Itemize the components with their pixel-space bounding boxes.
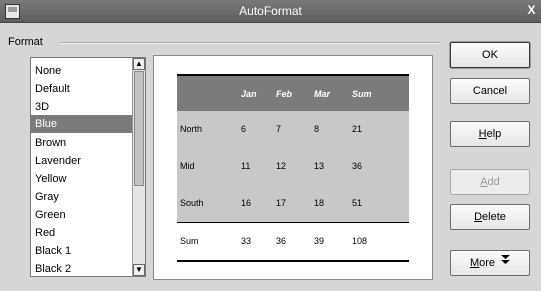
add-mnemonic: A [480, 176, 488, 188]
table-header-row: Jan Feb Mar Sum [177, 74, 409, 113]
preview-panel: Jan Feb Mar Sum North 6 7 8 21 Mid 11 12… [153, 55, 433, 280]
list-item[interactable]: Black 2 [31, 260, 135, 276]
scroll-up-icon[interactable]: ▲ [133, 58, 145, 70]
window-title: AutoFormat [239, 4, 302, 18]
row-label: Sum [180, 236, 199, 246]
table-cell: 36 [352, 161, 363, 171]
list-item[interactable]: Black 1 [31, 242, 135, 260]
row-label: Mid [180, 161, 195, 171]
list-item[interactable]: Default [31, 80, 135, 98]
header-cell: Feb [276, 89, 293, 99]
row-label: North [180, 124, 203, 134]
row-label: South [180, 198, 204, 208]
delete-label: elete [482, 211, 506, 223]
table-cell: 21 [352, 124, 363, 134]
list-item[interactable]: Red [31, 224, 135, 242]
scroll-thumb[interactable] [134, 71, 144, 186]
group-separator [60, 42, 440, 44]
help-button[interactable]: Help [450, 121, 530, 147]
close-button[interactable]: X [524, 3, 539, 18]
list-item[interactable]: Green [31, 206, 135, 224]
table-cell: 51 [352, 198, 363, 208]
add-button: Add [450, 169, 530, 195]
table-cell: 7 [276, 124, 282, 134]
table-cell: 6 [241, 124, 247, 134]
table-row: Mid 11 12 13 36 [177, 148, 409, 185]
ok-button[interactable]: OK [450, 42, 530, 68]
table-sum-row: Sum 33 36 39 108 [177, 223, 409, 260]
list-item[interactable]: Lavender [31, 152, 135, 170]
list-item-selected[interactable]: Blue [31, 115, 135, 133]
format-group-label: Format [8, 36, 43, 48]
double-chevron-down-icon [501, 251, 511, 275]
table-cell: 11 [241, 161, 251, 171]
header-cell: Sum [352, 89, 372, 99]
list-item[interactable]: Brown [31, 134, 135, 152]
cancel-button[interactable]: Cancel [450, 78, 530, 104]
table-cell: 36 [276, 236, 287, 246]
delete-mnemonic: D [474, 211, 483, 223]
list-item[interactable]: Gray [31, 188, 135, 206]
delete-button[interactable]: Delete [450, 204, 530, 230]
list-item[interactable]: 3D [31, 98, 135, 116]
more-label: ore [479, 257, 496, 269]
table-cell: 8 [314, 124, 320, 134]
help-mnemonic: H [478, 128, 487, 140]
table-cell: 33 [241, 236, 252, 246]
table-bottom-border [177, 260, 409, 262]
table-row: North 6 7 8 21 [177, 111, 409, 148]
more-mnemonic: M [469, 257, 480, 269]
list-item[interactable]: None [31, 62, 135, 80]
header-cell: Jan [241, 89, 257, 99]
table-cell: 13 [314, 161, 325, 171]
table-cell: 39 [314, 236, 325, 246]
table-cell: 12 [276, 161, 287, 171]
table-cell: 18 [314, 198, 325, 208]
table-cell: 17 [276, 198, 287, 208]
table-cell: 108 [352, 236, 368, 246]
table-cell: 16 [241, 198, 252, 208]
table-row: South 16 17 18 51 [177, 185, 409, 222]
add-label: dd [487, 176, 500, 188]
help-label: elp [486, 128, 502, 140]
scroll-down-icon[interactable]: ▼ [133, 264, 145, 276]
more-button[interactable]: More [450, 250, 530, 276]
vertical-scrollbar[interactable]: ▲ ▼ [132, 58, 145, 276]
format-listbox[interactable]: None Default 3D Blue Brown Lavender Yell… [30, 57, 146, 277]
title-bar: AutoFormat X [0, 0, 541, 23]
header-cell: Mar [314, 89, 331, 99]
list-item[interactable]: Yellow [31, 170, 135, 188]
